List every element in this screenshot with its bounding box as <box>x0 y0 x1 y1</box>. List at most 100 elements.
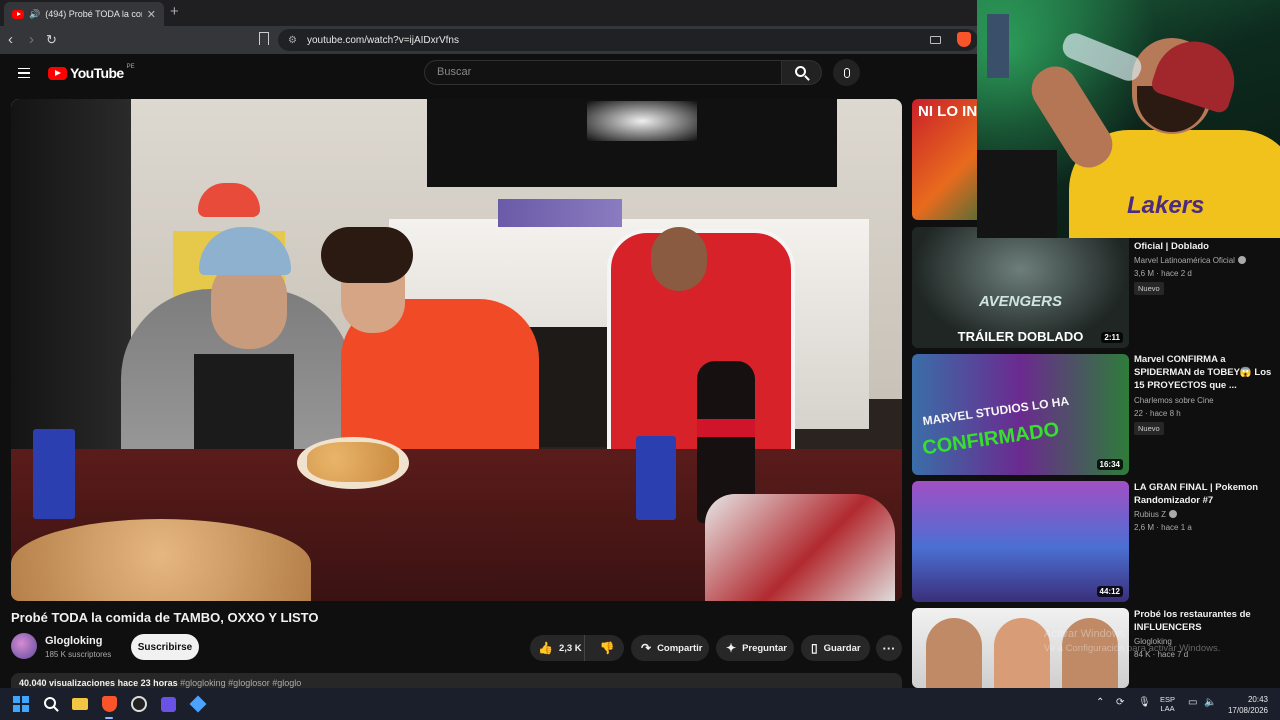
app2-taskbar-button[interactable] <box>188 694 208 714</box>
volume-icon[interactable]: 🔈 <box>1204 697 1216 708</box>
like-dislike-bar: 👍 2,3 K 👎 <box>530 635 624 661</box>
search-input[interactable]: Buscar <box>424 60 782 85</box>
search-icon <box>795 66 806 77</box>
network-icon[interactable]: ▭ <box>1188 697 1197 708</box>
recommendation-channel[interactable]: Rubius Z <box>1134 510 1178 519</box>
webcam-overlay <box>977 0 1280 238</box>
obs-taskbar-button[interactable] <box>129 694 149 714</box>
scene-shelf-object <box>498 199 622 227</box>
recommendation-title[interactable]: Oficial | Doblado <box>1134 240 1274 253</box>
tab-title: (494) Probé TODA la comida <box>45 9 142 19</box>
recommendation-thumbnail[interactable]: 44:12 <box>912 481 1129 602</box>
recommendation-title[interactable]: LA GRAN FINAL | Pokemon Randomizador #7 <box>1134 481 1274 507</box>
channel-avatar[interactable] <box>11 633 37 659</box>
start-button[interactable] <box>11 694 31 714</box>
microphone-tray-icon[interactable]: 🎙 <box>1138 697 1151 708</box>
voice-search-button[interactable] <box>833 59 860 86</box>
tray-overflow-icon[interactable]: ⌃ <box>1096 697 1104 708</box>
clock-time: 20:43 <box>1247 695 1268 704</box>
share-icon: ↷ <box>641 641 652 655</box>
new-tab-button[interactable]: + <box>170 3 179 20</box>
microphone-icon <box>843 67 850 78</box>
share-label: Compartir <box>657 642 703 654</box>
youtube-logo[interactable]: YouTube PE <box>48 64 135 81</box>
recommendation-title[interactable]: Marvel CONFIRMA a SPIDERMAN de TOBEY😱 Lo… <box>1134 353 1274 392</box>
ask-label: Preguntar <box>742 642 787 654</box>
more-horizontal-icon: ··· <box>882 640 896 656</box>
subscribe-button[interactable]: Suscribirse <box>131 634 199 660</box>
taskbar: ⌃ ⟳ 🎙 ESP LAA ▭ 🔈 20:43 17/08/2026 <box>0 688 1280 720</box>
like-button[interactable]: 👍 2,3 K <box>530 635 585 661</box>
verified-icon <box>1169 510 1178 518</box>
video-duration: 44:12 <box>1096 586 1123 597</box>
webcam-poster <box>987 14 1009 78</box>
search-button[interactable] <box>781 60 822 85</box>
dislike-button[interactable]: 👎 <box>591 635 624 661</box>
hashtags[interactable]: #glogloking #gloglosor #gloglo <box>180 678 301 688</box>
address-bar[interactable]: ⚙ youtube.com/watch?v=ijAIDxrVfns <box>278 29 978 51</box>
active-app-indicator <box>105 717 113 719</box>
app-taskbar-button[interactable] <box>158 694 178 714</box>
channel-label: Marvel Latinoamérica Oficial <box>1134 256 1235 265</box>
recommendation-thumbnail[interactable]: MARVEL STUDIOS LO HA CONFIRMADO 16:34 <box>912 354 1129 475</box>
brave-icon <box>101 696 117 712</box>
windows-icon <box>13 696 29 712</box>
youtube-favicon-icon <box>12 9 24 19</box>
recommendation-title[interactable]: Probé los restaurantes de INFLUENCERS <box>1134 608 1274 634</box>
thumbnail-text: TRÁILER DOBLADO <box>957 329 1084 344</box>
scene-cup-left <box>33 429 75 519</box>
browser-tab[interactable]: 🔊 (494) Probé TODA la comida ✕ <box>4 2 164 26</box>
app-grid-icon <box>160 696 176 712</box>
back-icon[interactable]: ‹ <box>8 31 13 49</box>
brave-taskbar-button[interactable] <box>99 694 119 714</box>
recommendation-thumbnail[interactable]: AVENGERS TRÁILER DOBLADO 2:11 <box>912 227 1129 348</box>
menu-icon[interactable] <box>18 68 30 78</box>
verified-icon <box>1237 256 1246 264</box>
brave-shields-icon[interactable] <box>957 32 971 47</box>
search-icon <box>44 697 56 709</box>
channel-name[interactable]: Glogloking <box>45 635 102 647</box>
scene-cutout-head <box>651 227 707 291</box>
video-duration: 2:11 <box>1101 332 1123 343</box>
site-info-icon[interactable]: ⚙ <box>288 35 297 46</box>
ask-button[interactable]: ✦ Preguntar <box>716 635 794 661</box>
scene-curtain <box>11 99 131 459</box>
share-button[interactable]: ↷ Compartir <box>631 635 709 661</box>
forward-icon[interactable]: › <box>29 31 34 49</box>
language-indicator[interactable]: ESP LAA <box>1160 695 1175 713</box>
video-player[interactable] <box>11 99 902 601</box>
save-button[interactable]: ▯ Guardar <box>801 635 870 661</box>
new-badge: Nuevo <box>1134 422 1164 435</box>
thumbs-up-icon: 👍 <box>538 641 553 655</box>
bookmark-icon[interactable] <box>259 32 269 45</box>
recommendation-meta: 3,6 M · hace 2 d <box>1134 269 1192 278</box>
scene-snack-bag <box>705 494 895 601</box>
more-actions-button[interactable]: ··· <box>876 635 902 661</box>
scene-tv <box>427 99 837 187</box>
language-code: ESP <box>1160 695 1176 704</box>
recommendation-channel[interactable]: Marvel Latinoamérica Oficial <box>1134 256 1246 265</box>
close-tab-icon[interactable]: ✕ <box>147 8 156 21</box>
system-clock[interactable]: 20:43 17/08/2026 <box>1220 694 1268 716</box>
sync-icon[interactable]: ⟳ <box>1116 697 1124 708</box>
webcam-chair <box>977 150 1057 238</box>
upload-age: hace 23 horas <box>117 678 178 688</box>
clock-date: 17/08/2026 <box>1227 706 1268 715</box>
scene-bread <box>307 442 399 482</box>
thumbnail-face <box>926 618 982 688</box>
recommendation-meta: 22 · hace 8 h <box>1134 409 1181 418</box>
activation-watermark-title: Activar Windows <box>1044 628 1126 640</box>
file-explorer-button[interactable] <box>70 694 90 714</box>
recommendation-channel[interactable]: Charlemos sobre Cine <box>1134 396 1214 405</box>
thumbs-down-icon: 👎 <box>599 641 615 655</box>
taskbar-search-button[interactable] <box>41 694 61 714</box>
speaker-icon[interactable]: 🔊 <box>29 9 40 20</box>
reload-icon[interactable]: ↻ <box>46 31 57 49</box>
video-title: Probé TODA la comida de TAMBO, OXXO Y LI… <box>11 610 319 625</box>
channel-label: Rubius Z <box>1134 510 1167 519</box>
scene-pastry-pile <box>11 519 311 601</box>
scene-cup-right <box>636 436 676 520</box>
address-bar-url: youtube.com/watch?v=ijAIDxrVfns <box>306 34 459 46</box>
youtube-play-icon <box>48 66 67 80</box>
cast-icon[interactable] <box>930 36 941 44</box>
